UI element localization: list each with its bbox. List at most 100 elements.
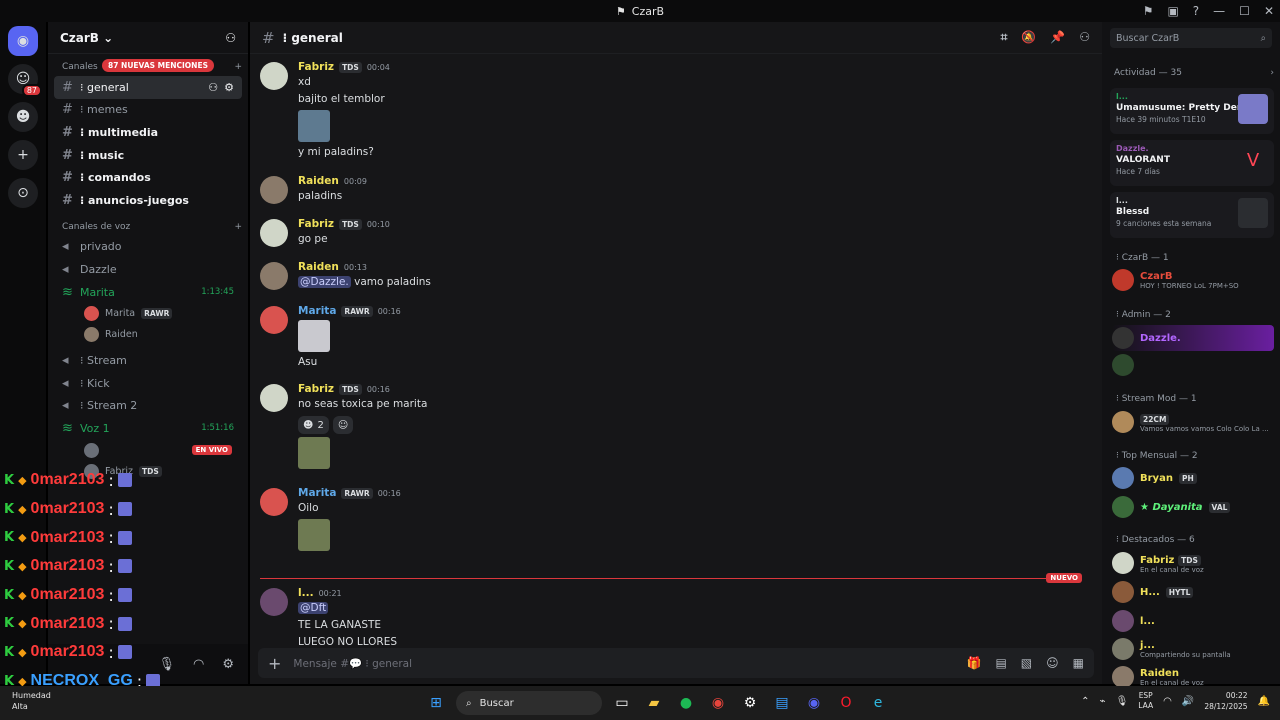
member-j[interactable]: j... Compartiendo su pantalla (1112, 636, 1274, 662)
headphones-icon[interactable]: ◠ (193, 657, 204, 672)
gift-icon[interactable]: 🎁 (967, 656, 982, 670)
author-name[interactable]: Fabriz (298, 218, 334, 230)
member-czarb[interactable]: CzarB HOY ! TORNEO LoL 7PM+SO (1112, 267, 1274, 293)
add-reaction-button[interactable]: ☺ (332, 416, 354, 434)
task-view-icon[interactable]: ▭ (610, 691, 634, 715)
message[interactable]: Raiden 00:13 @Dazzle. vamo paladins (260, 260, 1090, 291)
activity-card[interactable]: l... Umamusume: Pretty Derby Hace 39 min… (1110, 88, 1274, 134)
member-stream-mod[interactable]: 22CM Vamos vamos vamos Colo Colo La ... (1112, 409, 1274, 435)
search-input[interactable]: Buscar CzarB ⌕ (1110, 28, 1272, 48)
edge-icon[interactable]: e (866, 691, 890, 715)
threads-icon[interactable]: ⌗ (1001, 30, 1008, 45)
invite-icon[interactable]: ⚇ (208, 81, 218, 94)
author-name[interactable]: Fabriz (298, 61, 334, 73)
add-member-icon[interactable]: ⚇ (225, 31, 236, 45)
user-mention[interactable]: @Dazzle. (298, 276, 351, 288)
windows-start-icon[interactable]: ⊞ (424, 691, 448, 715)
sticker-image[interactable] (298, 320, 330, 352)
message-composer[interactable]: + Mensaje #💬 ⁝ general 🎁 ▤ ▧ ☺ ▦ (258, 648, 1094, 678)
chrome-icon[interactable]: ◉ (706, 691, 730, 715)
member-dayanita[interactable]: ★ Dayanita VAL (1112, 494, 1274, 520)
help-icon[interactable]: ? (1193, 4, 1199, 18)
discover-icon[interactable]: ⊙ (8, 178, 38, 208)
channel-memes[interactable]: # ⁝ memes (54, 99, 242, 122)
new-mentions-pill[interactable]: 87 NUEVAS MENCIONES (102, 59, 214, 72)
member-dazzle[interactable]: Dazzle. (1112, 325, 1274, 351)
taskbar-search[interactable]: ⌕ Buscar (456, 691, 602, 715)
steam-icon[interactable]: ⚙ (738, 691, 762, 715)
activity-card[interactable]: Dazzle. VALORANT Hace 7 días V (1110, 140, 1274, 186)
message-input[interactable]: Mensaje #💬 ⁝ general (293, 657, 412, 670)
voice-user[interactable]: Raiden (54, 324, 242, 345)
member-list-icon[interactable]: ⚇ (1079, 30, 1090, 45)
voice-channel-voz1[interactable]: ≋ Voz 1 1:51:16 (54, 417, 242, 440)
pin-icon[interactable]: 📌 (1050, 30, 1065, 45)
channel-general[interactable]: # ⁝ general ⚇ ⚙ (54, 76, 242, 99)
add-server-icon[interactable]: + (8, 140, 38, 170)
add-channel-icon[interactable]: + (234, 62, 242, 72)
sticker-image[interactable] (298, 110, 330, 142)
notification-bell-icon[interactable]: 🔔 (1258, 696, 1270, 707)
author-name[interactable]: Raiden (298, 175, 339, 187)
channel-multimedia[interactable]: # ⁝ multimedia (54, 121, 242, 144)
sticker-image[interactable] (298, 437, 330, 469)
notifications-muted-icon[interactable]: 🔕 (1021, 30, 1036, 45)
text-category[interactable]: Canales 87 NUEVAS MENCIONES + (54, 58, 242, 76)
discord-home-icon[interactable]: ◉ (8, 26, 38, 56)
weather-widget[interactable]: Humedad Alta (12, 690, 51, 712)
message[interactable]: Raiden 00:09 paladins (260, 174, 1090, 205)
wifi-icon[interactable]: ◠ (1163, 696, 1172, 707)
member-h[interactable]: H... HYTL (1112, 579, 1274, 605)
message[interactable]: Marita RAWR 00:16 Asu (260, 304, 1090, 371)
inbox-icon[interactable]: ⚑ (1143, 4, 1154, 18)
chevron-right-icon[interactable]: › (1270, 68, 1274, 78)
volume-icon[interactable]: 🔊 (1182, 696, 1194, 707)
discord-taskbar-icon[interactable]: ◉ (802, 691, 826, 715)
maximize-button[interactable]: ☐ (1239, 4, 1250, 18)
author-name[interactable]: Raiden (298, 261, 339, 273)
voice-channel-privado[interactable]: ◂ privado (54, 236, 242, 259)
mic-icon[interactable]: 🎙 (1116, 696, 1129, 707)
server-icon-2[interactable]: ☻ (8, 102, 38, 132)
activity-header[interactable]: Actividad — 35 › (1114, 68, 1274, 78)
sticker-icon[interactable]: ▧ (1021, 656, 1032, 670)
language-indicator[interactable]: ESP LAA (1138, 691, 1153, 711)
gif-icon[interactable]: ▤ (995, 656, 1006, 670)
close-button[interactable]: ✕ (1264, 4, 1274, 18)
author-name[interactable]: Fabriz (298, 383, 334, 395)
notepad-icon[interactable]: ▤ (770, 691, 794, 715)
message[interactable]: l... 00:21 @Dft TE LA GANASTE LUEGO NO LL… (260, 586, 1090, 651)
server-icon-1[interactable]: ☺ 87 (8, 64, 42, 97)
user-mention[interactable]: @Dft (298, 602, 329, 614)
voice-user[interactable]: Marita RAWR (54, 303, 242, 324)
member-fabriz[interactable]: Fabriz TDS En el canal de voz (1112, 550, 1274, 576)
author-name[interactable]: Marita (298, 487, 336, 499)
add-voice-channel-icon[interactable]: + (234, 222, 242, 232)
member-l[interactable]: l... (1112, 608, 1274, 634)
voice-channel-stream[interactable]: ◂ ⁝ Stream (54, 349, 242, 372)
message[interactable]: Fabriz TDS 00:10 go pe (260, 217, 1090, 248)
voice-channel-stream2[interactable]: ◂ ⁝ Stream 2 (54, 395, 242, 418)
author-name[interactable]: l... (298, 587, 314, 599)
channel-music[interactable]: # ⁝ music (54, 144, 242, 167)
voice-channel-kick[interactable]: ◂ ⁝ Kick (54, 372, 242, 395)
channel-comandos[interactable]: # ⁝ comandos (54, 166, 242, 189)
voice-channel-dazzle[interactable]: ◂ Dazzle (54, 258, 242, 281)
user-settings-gear-icon[interactable]: ⚙ (222, 657, 234, 672)
clock[interactable]: 00:22 28/12/2025 (1204, 690, 1247, 712)
voice-user-streaming[interactable]: EN VIVO (54, 440, 242, 461)
spotify-icon[interactable]: ● (674, 691, 698, 715)
minimize-button[interactable]: — (1213, 4, 1225, 18)
file-explorer-icon[interactable]: ▰ (642, 691, 666, 715)
message[interactable]: Fabriz TDS 00:04 xd bajito el temblor y mi… (260, 60, 1090, 161)
opera-icon[interactable]: O (834, 691, 858, 715)
activity-card[interactable]: l... Blessd 9 canciones esta semana (1110, 192, 1274, 238)
channel-anuncios-juegos[interactable]: # ⁝ anuncios-juegos (54, 189, 242, 212)
apps-icon[interactable]: ▦ (1073, 656, 1084, 670)
server-header[interactable]: CzarB ⌄ ⚇ (48, 22, 248, 54)
sticker-image[interactable] (298, 519, 330, 551)
author-name[interactable]: Marita (298, 305, 336, 317)
member-admin-2[interactable] (1112, 352, 1274, 378)
message[interactable]: Fabriz TDS 00:16 no seas toxica pe marita … (260, 382, 1090, 471)
voice-channel-marita[interactable]: ≋ Marita 1:13:45 (54, 281, 242, 304)
